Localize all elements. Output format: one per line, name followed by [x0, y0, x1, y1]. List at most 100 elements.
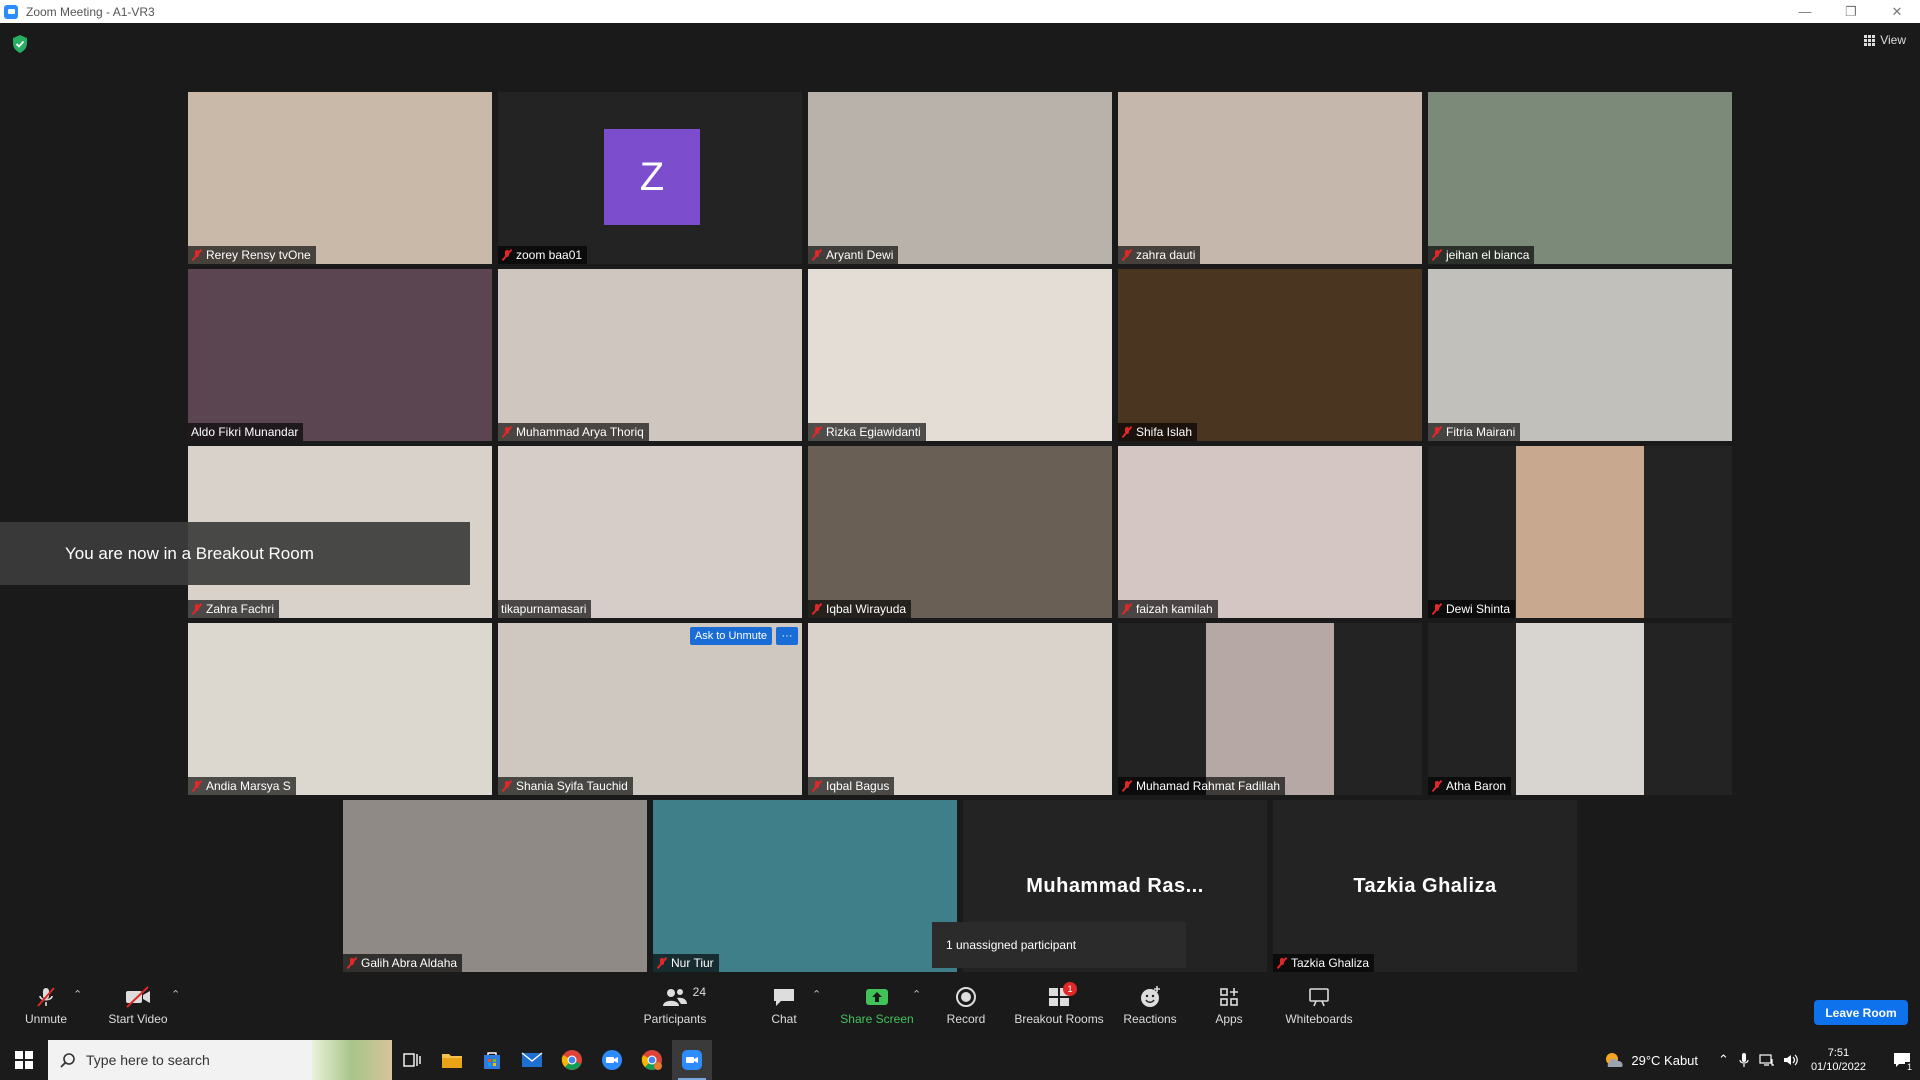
restore-icon[interactable]: ❐ — [1828, 0, 1874, 23]
participant-tile[interactable]: Rizka Egiawidanti — [808, 269, 1112, 441]
participant-name: Nur Tiur — [671, 956, 714, 970]
mic-muted-icon — [656, 957, 668, 969]
participant-tile[interactable]: Galih Abra Aldaha — [343, 800, 647, 972]
reactions-button[interactable]: Reactions — [1123, 984, 1177, 1036]
participant-name-tag: Rerey Rensy tvOne — [188, 246, 316, 264]
leave-room-button[interactable]: Leave Room — [1814, 1000, 1908, 1025]
apps-button[interactable]: Apps — [1212, 984, 1246, 1036]
view-button[interactable]: View — [1864, 33, 1906, 47]
network-icon[interactable] — [1759, 1053, 1775, 1067]
windows-start-button[interactable] — [0, 1040, 48, 1080]
participants-count: 24 — [692, 985, 706, 999]
mic-muted-icon — [1121, 780, 1133, 792]
participant-video — [1118, 269, 1422, 441]
security-shield-icon[interactable] — [12, 35, 28, 53]
taskbar-search-box[interactable]: Type here to search — [48, 1040, 392, 1080]
participant-name-tag: Nur Tiur — [653, 954, 719, 972]
participant-tile[interactable]: Tazkia Ghaliza Tazkia Ghaliza — [1273, 800, 1577, 972]
chat-icon — [769, 984, 799, 1010]
mic-muted-icon — [1431, 249, 1443, 261]
zoom-active-window-icon[interactable] — [672, 1040, 712, 1080]
tray-chevron-up-icon[interactable]: ⌃ — [1718, 1052, 1729, 1068]
mic-muted-icon — [1431, 603, 1443, 615]
participant-tile[interactable]: Aldo Fikri Munandar — [188, 269, 492, 441]
audio-options-caret[interactable]: ⌃ — [73, 988, 82, 1001]
participant-name-tag: Andia Marsya S — [188, 777, 296, 795]
mic-muted-icon — [1121, 426, 1133, 438]
microsoft-store-icon[interactable] — [472, 1040, 512, 1080]
participant-tile[interactable]: Muhamad Rahmat Fadillah — [1118, 623, 1422, 795]
participant-tile[interactable]: Dewi Shinta — [1428, 446, 1732, 618]
meeting-area: View Rerey Rensy tvOne Zzoom baa01 Aryanti… — [0, 23, 1920, 978]
mic-muted-icon — [1121, 603, 1133, 615]
participant-tile[interactable]: jeihan el bianca — [1428, 92, 1732, 264]
participant-tile[interactable]: Atha Baron — [1428, 623, 1732, 795]
mail-icon[interactable] — [512, 1040, 552, 1080]
participant-tile[interactable]: faizah kamilah — [1118, 446, 1422, 618]
weather-text[interactable]: 29°C Kabut — [1631, 1053, 1698, 1068]
chrome-profile-icon[interactable] — [632, 1040, 672, 1080]
action-center-button[interactable]: 1 — [1884, 1040, 1920, 1080]
participant-tile[interactable]: Nur Tiur — [653, 800, 957, 972]
participant-tile[interactable]: Shifa Islah — [1118, 269, 1422, 441]
participant-tile[interactable]: Iqbal Bagus — [808, 623, 1112, 795]
close-icon[interactable]: ✕ — [1874, 0, 1920, 23]
file-explorer-icon[interactable] — [432, 1040, 472, 1080]
participant-tile[interactable]: zahra dauti — [1118, 92, 1422, 264]
participant-video — [1428, 269, 1732, 441]
video-options-caret[interactable]: ⌃ — [171, 988, 180, 1001]
participant-name: jeihan el bianca — [1446, 248, 1530, 262]
zoom-meetings-taskbar-icon[interactable] — [592, 1040, 632, 1080]
participant-tile[interactable]: tikapurnamasari — [498, 446, 802, 618]
participant-tile[interactable]: Fitria Mairani — [1428, 269, 1732, 441]
ask-to-unmute-button[interactable]: Ask to Unmute — [689, 627, 772, 645]
unmute-button[interactable]: Unmute — [20, 984, 72, 1036]
mic-muted-icon — [191, 603, 203, 615]
share-options-caret[interactable]: ⌃ — [912, 988, 921, 1001]
participant-video — [188, 623, 492, 795]
participant-name-tag: Tazkia Ghaliza — [1273, 954, 1375, 972]
participant-video — [808, 269, 1112, 441]
participant-video — [1118, 446, 1422, 618]
breakout-rooms-button[interactable]: 1 Breakout Rooms — [1014, 982, 1104, 1036]
start-video-button[interactable]: Start Video — [106, 984, 170, 1036]
participant-tile[interactable]: Rerey Rensy tvOne — [188, 92, 492, 264]
record-button[interactable]: Record — [946, 984, 986, 1036]
participant-name-tag: zoom baa01 — [498, 246, 588, 264]
volume-icon[interactable] — [1783, 1053, 1799, 1067]
participant-name-tag: zahra dauti — [1118, 246, 1201, 264]
participant-name-tag: Fitria Mairani — [1428, 423, 1521, 441]
chat-options-caret[interactable]: ⌃ — [812, 988, 821, 1001]
participant-video — [343, 800, 647, 972]
search-highlight-image — [312, 1040, 392, 1080]
participant-video — [498, 269, 802, 441]
task-view-icon[interactable] — [392, 1040, 432, 1080]
share-screen-button[interactable]: Share Screen — [840, 984, 914, 1036]
participants-icon: 24 — [660, 984, 706, 1010]
breakout-room-banner: You are now in a Breakout Room — [0, 522, 470, 585]
participant-tile[interactable]: Andia Marsya S — [188, 623, 492, 795]
participant-name-tag: Dewi Shinta — [1428, 600, 1516, 618]
participant-name: zoom baa01 — [516, 248, 583, 262]
chrome-icon[interactable] — [552, 1040, 592, 1080]
taskbar-clock[interactable]: 7:51 01/10/2022 — [1811, 1046, 1866, 1074]
window-title: Zoom Meeting - A1-VR3 — [26, 4, 155, 19]
participants-button[interactable]: 24 Participants — [641, 984, 709, 1036]
search-placeholder: Type here to search — [86, 1052, 210, 1068]
view-label: View — [1880, 33, 1906, 47]
participant-tile[interactable]: Iqbal Wirayuda — [808, 446, 1112, 618]
chat-button[interactable]: Chat — [766, 984, 802, 1036]
participant-tile[interactable]: Zzoom baa01 — [498, 92, 802, 264]
participant-tile[interactable]: Muhammad Arya Thoriq — [498, 269, 802, 441]
more-options-icon[interactable]: ··· — [776, 627, 798, 645]
participant-name: Muhammad Arya Thoriq — [516, 425, 644, 439]
mic-muted-icon — [811, 426, 823, 438]
participant-tile[interactable]: Aryanti Dewi — [808, 92, 1112, 264]
whiteboards-button[interactable]: Whiteboards — [1284, 984, 1354, 1036]
participant-name-tag: Iqbal Wirayuda — [808, 600, 912, 618]
participant-tile[interactable]: Ask to Unmute ··· Shania Syifa Tauchid — [498, 623, 802, 795]
microphone-tray-icon[interactable] — [1739, 1052, 1749, 1068]
clock-time: 7:51 — [1827, 1047, 1850, 1059]
participant-video — [1428, 92, 1732, 264]
minimize-icon[interactable]: — — [1782, 0, 1828, 23]
